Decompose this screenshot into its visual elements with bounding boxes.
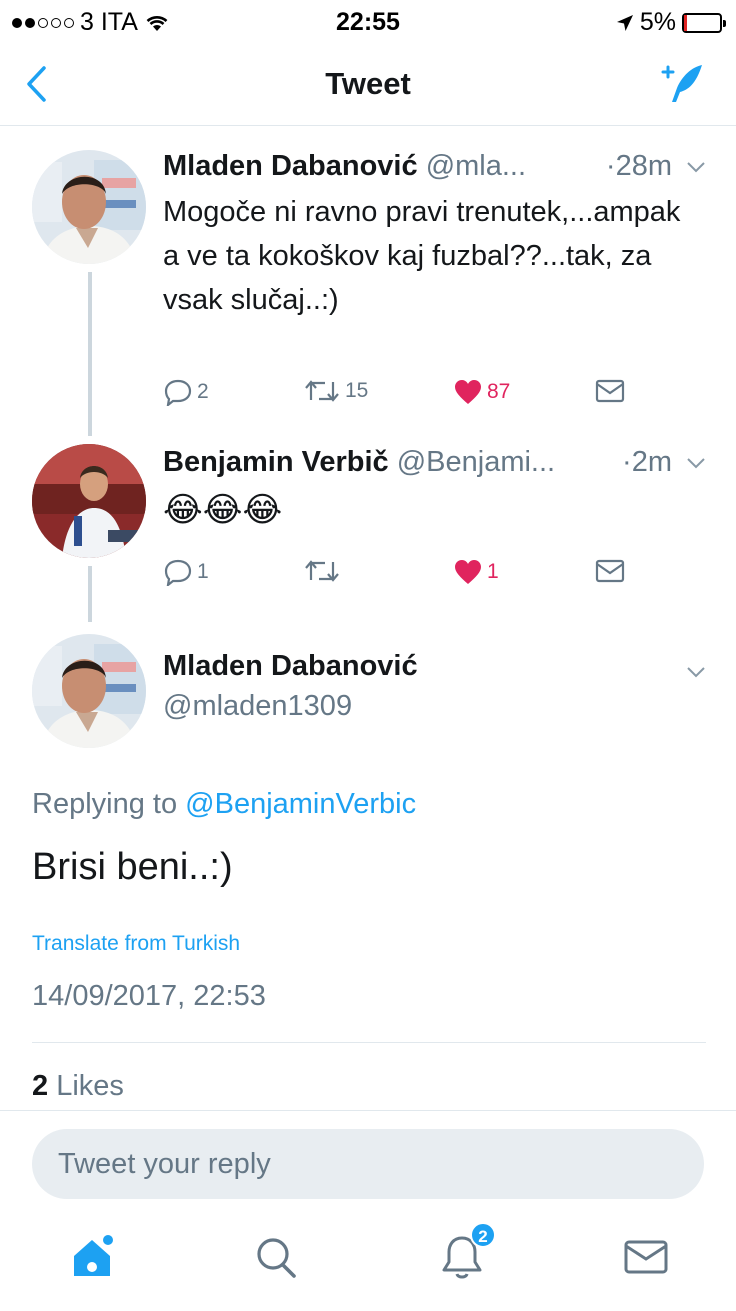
- likes-label: Likes: [56, 1070, 124, 1102]
- author-handle[interactable]: @mladen1309: [163, 690, 352, 723]
- status-right: 5%: [616, 8, 726, 37]
- focused-tweet-text: Brisi beni..:): [32, 846, 233, 888]
- tab-messages[interactable]: [622, 1232, 670, 1287]
- like-action[interactable]: 1: [453, 558, 499, 586]
- author-line: Benjamin Verbič @Benjami...: [163, 446, 555, 479]
- battery-percent: 5%: [639, 8, 676, 36]
- envelope-icon: [595, 379, 625, 403]
- tweet-actions: 1 1: [163, 558, 643, 598]
- reply-input[interactable]: [32, 1129, 704, 1199]
- retweet-action[interactable]: 15: [303, 378, 368, 404]
- author-handle[interactable]: @Benjami...: [397, 446, 555, 478]
- envelope-icon: [624, 1240, 668, 1274]
- retweet-action[interactable]: [303, 558, 345, 584]
- like-action[interactable]: 87: [453, 378, 510, 406]
- message-action[interactable]: [595, 378, 625, 404]
- likes-summary[interactable]: 2 Likes: [32, 1070, 124, 1103]
- thread-connector: [88, 272, 92, 436]
- reply-bar: [0, 1110, 736, 1220]
- replying-to-line: Replying to @BenjaminVerbic: [32, 788, 416, 821]
- heart-filled-icon: [455, 380, 481, 404]
- tweet-actions: 2 15 87: [163, 378, 643, 418]
- reply-count: 1: [197, 560, 209, 583]
- message-action[interactable]: [595, 558, 625, 584]
- reply-action[interactable]: 2: [163, 378, 209, 406]
- reply-count: 2: [197, 380, 209, 403]
- author-name[interactable]: Mladen Dabanović: [163, 150, 418, 182]
- like-count: 1: [487, 560, 499, 583]
- translate-link[interactable]: Translate from Turkish: [32, 932, 240, 956]
- thread-tweet[interactable]: Mladen Dabanović @mla... ·28m Mogoče ni …: [0, 126, 736, 426]
- reply-mention-link[interactable]: @BenjaminVerbic: [185, 788, 416, 820]
- battery-icon: [682, 12, 726, 33]
- retweet-icon: [305, 380, 339, 402]
- envelope-icon: [595, 559, 625, 583]
- tab-notifications[interactable]: 2: [438, 1222, 496, 1287]
- author-name[interactable]: Mladen Dabanović: [163, 650, 418, 683]
- compose-tweet-icon[interactable]: [658, 60, 706, 108]
- tweet-timestamp[interactable]: ·28m: [606, 150, 672, 183]
- tweet-meta: ·2m: [622, 446, 706, 479]
- like-count: 87: [487, 380, 511, 403]
- avatar[interactable]: [32, 634, 146, 748]
- reply-action[interactable]: 1: [163, 558, 209, 586]
- search-icon: [257, 1238, 296, 1278]
- page-title: Tweet: [325, 66, 411, 101]
- chevron-down-icon[interactable]: [686, 161, 706, 173]
- author-name[interactable]: Benjamin Verbič: [163, 446, 389, 478]
- author-handle[interactable]: @mla...: [426, 150, 526, 182]
- avatar[interactable]: [32, 444, 146, 558]
- tab-bar: 2: [0, 1220, 736, 1311]
- thread-tweet[interactable]: Benjamin Verbič @Benjami... ·2m 😂😂😂 1 1: [0, 426, 736, 606]
- navigation-bar: Tweet: [0, 44, 736, 126]
- notifications-badge: 2: [470, 1222, 496, 1248]
- likes-count: 2: [32, 1070, 49, 1102]
- replying-prefix: Replying to: [32, 788, 178, 820]
- tweet-timestamp[interactable]: ·2m: [622, 446, 672, 479]
- home-icon: [74, 1235, 113, 1276]
- retweet-icon: [305, 560, 339, 582]
- tweet-text: Mogoče ni ravno pravi trenutek,...ampak …: [163, 196, 681, 316]
- tweet-meta: ·28m: [606, 150, 706, 183]
- avatar[interactable]: [32, 150, 146, 264]
- author-line: Mladen Dabanović @mla...: [163, 150, 526, 183]
- divider: [32, 1042, 706, 1043]
- thread-connector: [88, 566, 92, 622]
- tab-home[interactable]: [70, 1232, 118, 1287]
- chevron-down-icon[interactable]: [686, 457, 706, 469]
- retweet-count: 15: [345, 379, 369, 402]
- status-bar: 3 ITA 22:55 5%: [0, 0, 736, 44]
- heart-filled-icon: [455, 560, 481, 584]
- reply-bubble-icon: [164, 379, 192, 406]
- tab-search[interactable]: [252, 1232, 300, 1287]
- tweet-text: 😂😂😂: [163, 491, 283, 529]
- tweet-datetime: 14/09/2017, 22:53: [32, 980, 266, 1012]
- location-arrow-icon: [616, 14, 633, 31]
- chevron-down-icon[interactable]: [686, 666, 706, 678]
- reply-bubble-icon: [164, 559, 192, 586]
